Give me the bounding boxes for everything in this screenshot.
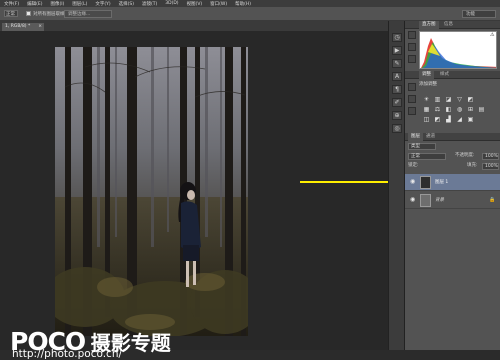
tab-styles[interactable]: 样式 xyxy=(437,71,452,79)
workspace-select[interactable]: 功能 xyxy=(462,10,496,18)
adjustments-row: ☀ ▥ ◪ ▽ ◩ xyxy=(423,97,474,103)
menu-item[interactable]: 视图(V) xyxy=(187,1,203,7)
adjustment-icon[interactable]: ▦ xyxy=(423,107,430,113)
paragraph-icon[interactable]: ¶ xyxy=(392,85,402,94)
tab-info[interactable]: 信息 xyxy=(441,21,456,29)
menu-item[interactable]: 选择(S) xyxy=(119,1,134,7)
menu-item[interactable]: 帮助(H) xyxy=(235,1,251,7)
layers-tabs: 图层 通道 xyxy=(405,133,500,141)
opacity-input[interactable]: 100% xyxy=(482,153,499,160)
eye-icon[interactable]: ◉ xyxy=(410,179,416,185)
adjustment-icon[interactable]: ▥ xyxy=(434,97,441,103)
brush-icon[interactable]: ✐ xyxy=(392,98,402,107)
close-icon[interactable]: × xyxy=(38,23,42,31)
layer-thumbnail xyxy=(420,176,431,189)
adjustment-icon[interactable]: ▽ xyxy=(456,97,463,103)
adjustment-icon[interactable]: ☀ xyxy=(423,97,430,103)
panel-side-icon[interactable] xyxy=(408,55,416,63)
clone-source-icon[interactable]: ⊕ xyxy=(392,111,402,120)
adjustment-icon[interactable]: ◩ xyxy=(434,117,441,123)
panel-side-icon[interactable] xyxy=(408,95,416,103)
options-bar: 正常 对所有图层取样 调整边缘... 功能 xyxy=(0,7,500,21)
tool-presets-icon[interactable]: ◎ xyxy=(392,124,402,133)
menu-item[interactable]: 图层(L) xyxy=(72,1,87,7)
layers-panel: 图层 通道 类型 正常 不透明度: 100% 锁定: 填充: 100% ◉ 图层… xyxy=(405,133,500,350)
adjustments-tabs: 调整 样式 xyxy=(405,71,500,79)
tab-adjustments[interactable]: 调整 xyxy=(419,71,434,79)
right-panels: 直方图 信息 ⚠ 调整 样式 添加调整 ☀ ▥ ◪ ▽ ◩ ▦ ⚖ ◧ ◍ ⊞ ▤ ◫ ◩ ▟ ◢ ▣ 图… xyxy=(405,21,500,350)
adjustment-icon[interactable]: ▤ xyxy=(478,107,485,113)
panel-side-icon[interactable] xyxy=(408,31,416,39)
adjustments-row: ◫ ◩ ▟ ◢ ▣ xyxy=(423,117,474,123)
panel-side-icon[interactable] xyxy=(408,107,416,115)
layer-name: 图层 1 xyxy=(435,180,449,185)
fill-label: 填充: xyxy=(467,163,478,168)
menu-item[interactable]: 文字(Y) xyxy=(95,1,110,7)
histogram-chart xyxy=(419,31,497,69)
adjustment-icon[interactable]: ▟ xyxy=(445,117,452,123)
layer-name: 背景 xyxy=(435,198,444,203)
properties-icon[interactable]: ✎ xyxy=(392,59,402,68)
refine-edge-button[interactable]: 调整边缘... xyxy=(64,10,112,18)
forest-photo xyxy=(55,47,248,336)
menu-item[interactable]: 编辑(E) xyxy=(27,1,42,7)
histogram-tabs: 直方图 信息 xyxy=(405,21,500,29)
document-tab[interactable]: 1, RGB/8) * × xyxy=(2,23,44,31)
adjustment-icon[interactable]: ◢ xyxy=(456,117,463,123)
menu-item[interactable]: 滤镜(T) xyxy=(142,1,157,7)
watermark: POCO 摄影专题 http://photo.poco.cn/ xyxy=(10,327,171,360)
adjustment-icon[interactable]: ◪ xyxy=(445,97,452,103)
adjustments-row: ▦ ⚖ ◧ ◍ ⊞ ▤ xyxy=(423,107,485,113)
layer-thumbnail xyxy=(420,194,431,207)
adjustment-icon[interactable]: ◍ xyxy=(456,107,463,113)
document-image[interactable] xyxy=(55,47,248,336)
canvas-area[interactable]: POCO 摄影专题 http://photo.poco.cn/ xyxy=(0,31,388,360)
adjustment-icon[interactable]: ◫ xyxy=(423,117,430,123)
panel-side-icon[interactable] xyxy=(408,83,416,91)
document-tab-bar: 1, RGB/8) * × xyxy=(0,21,388,31)
eye-icon[interactable]: ◉ xyxy=(410,197,416,203)
character-icon[interactable]: A xyxy=(392,72,402,81)
tab-channels[interactable]: 通道 xyxy=(423,133,438,141)
layer-1[interactable]: ◉ 图层 1 xyxy=(405,174,500,191)
sample-all-layers-checkbox[interactable] xyxy=(26,11,31,16)
tab-layers[interactable]: 图层 xyxy=(408,133,423,141)
document-tab-label: 1, RGB/8) * xyxy=(5,24,31,29)
adjustment-icon[interactable]: ▣ xyxy=(467,117,474,123)
warning-icon[interactable]: ⚠ xyxy=(490,32,494,38)
menu-item[interactable]: 图像(I) xyxy=(50,1,64,7)
layer-kind-filter[interactable]: 类型 xyxy=(408,143,436,150)
adjustment-icon[interactable]: ⚖ xyxy=(434,107,441,113)
adjustment-icon[interactable]: ◧ xyxy=(445,107,452,113)
layer-background[interactable]: ◉ 背景 🔒 xyxy=(405,192,500,209)
adjustment-icon[interactable]: ⊞ xyxy=(467,107,474,113)
blend-mode-select[interactable]: 正常 xyxy=(408,153,446,160)
lock-label: 锁定: xyxy=(408,163,419,168)
opacity-label: 不透明度: xyxy=(455,153,475,158)
panel-side-icon[interactable] xyxy=(408,43,416,51)
panel-dock: ◷ ▶ ✎ A ¶ ✐ ⊕ ◎ xyxy=(388,21,405,350)
lock-icon: 🔒 xyxy=(489,197,496,203)
tab-histogram[interactable]: 直方图 xyxy=(419,21,439,29)
mode-select[interactable]: 正常 xyxy=(4,10,18,17)
fill-input[interactable]: 100% xyxy=(482,163,499,170)
history-icon[interactable]: ◷ xyxy=(392,33,402,42)
adjustments-title: 添加调整 xyxy=(419,82,437,87)
menu-item[interactable]: 文件(F) xyxy=(4,1,19,7)
adjustment-icon[interactable]: ◩ xyxy=(467,97,474,103)
sample-all-layers-label: 对所有图层取样 xyxy=(33,12,65,17)
menu-item[interactable]: 3D(D) xyxy=(165,1,178,6)
menu-bar: 文件(F) 编辑(E) 图像(I) 图层(L) 文字(Y) 选择(S) 滤镜(T) 3D(D)… xyxy=(0,0,500,7)
menu-item[interactable]: 窗口(W) xyxy=(210,1,227,7)
actions-icon[interactable]: ▶ xyxy=(392,46,402,55)
